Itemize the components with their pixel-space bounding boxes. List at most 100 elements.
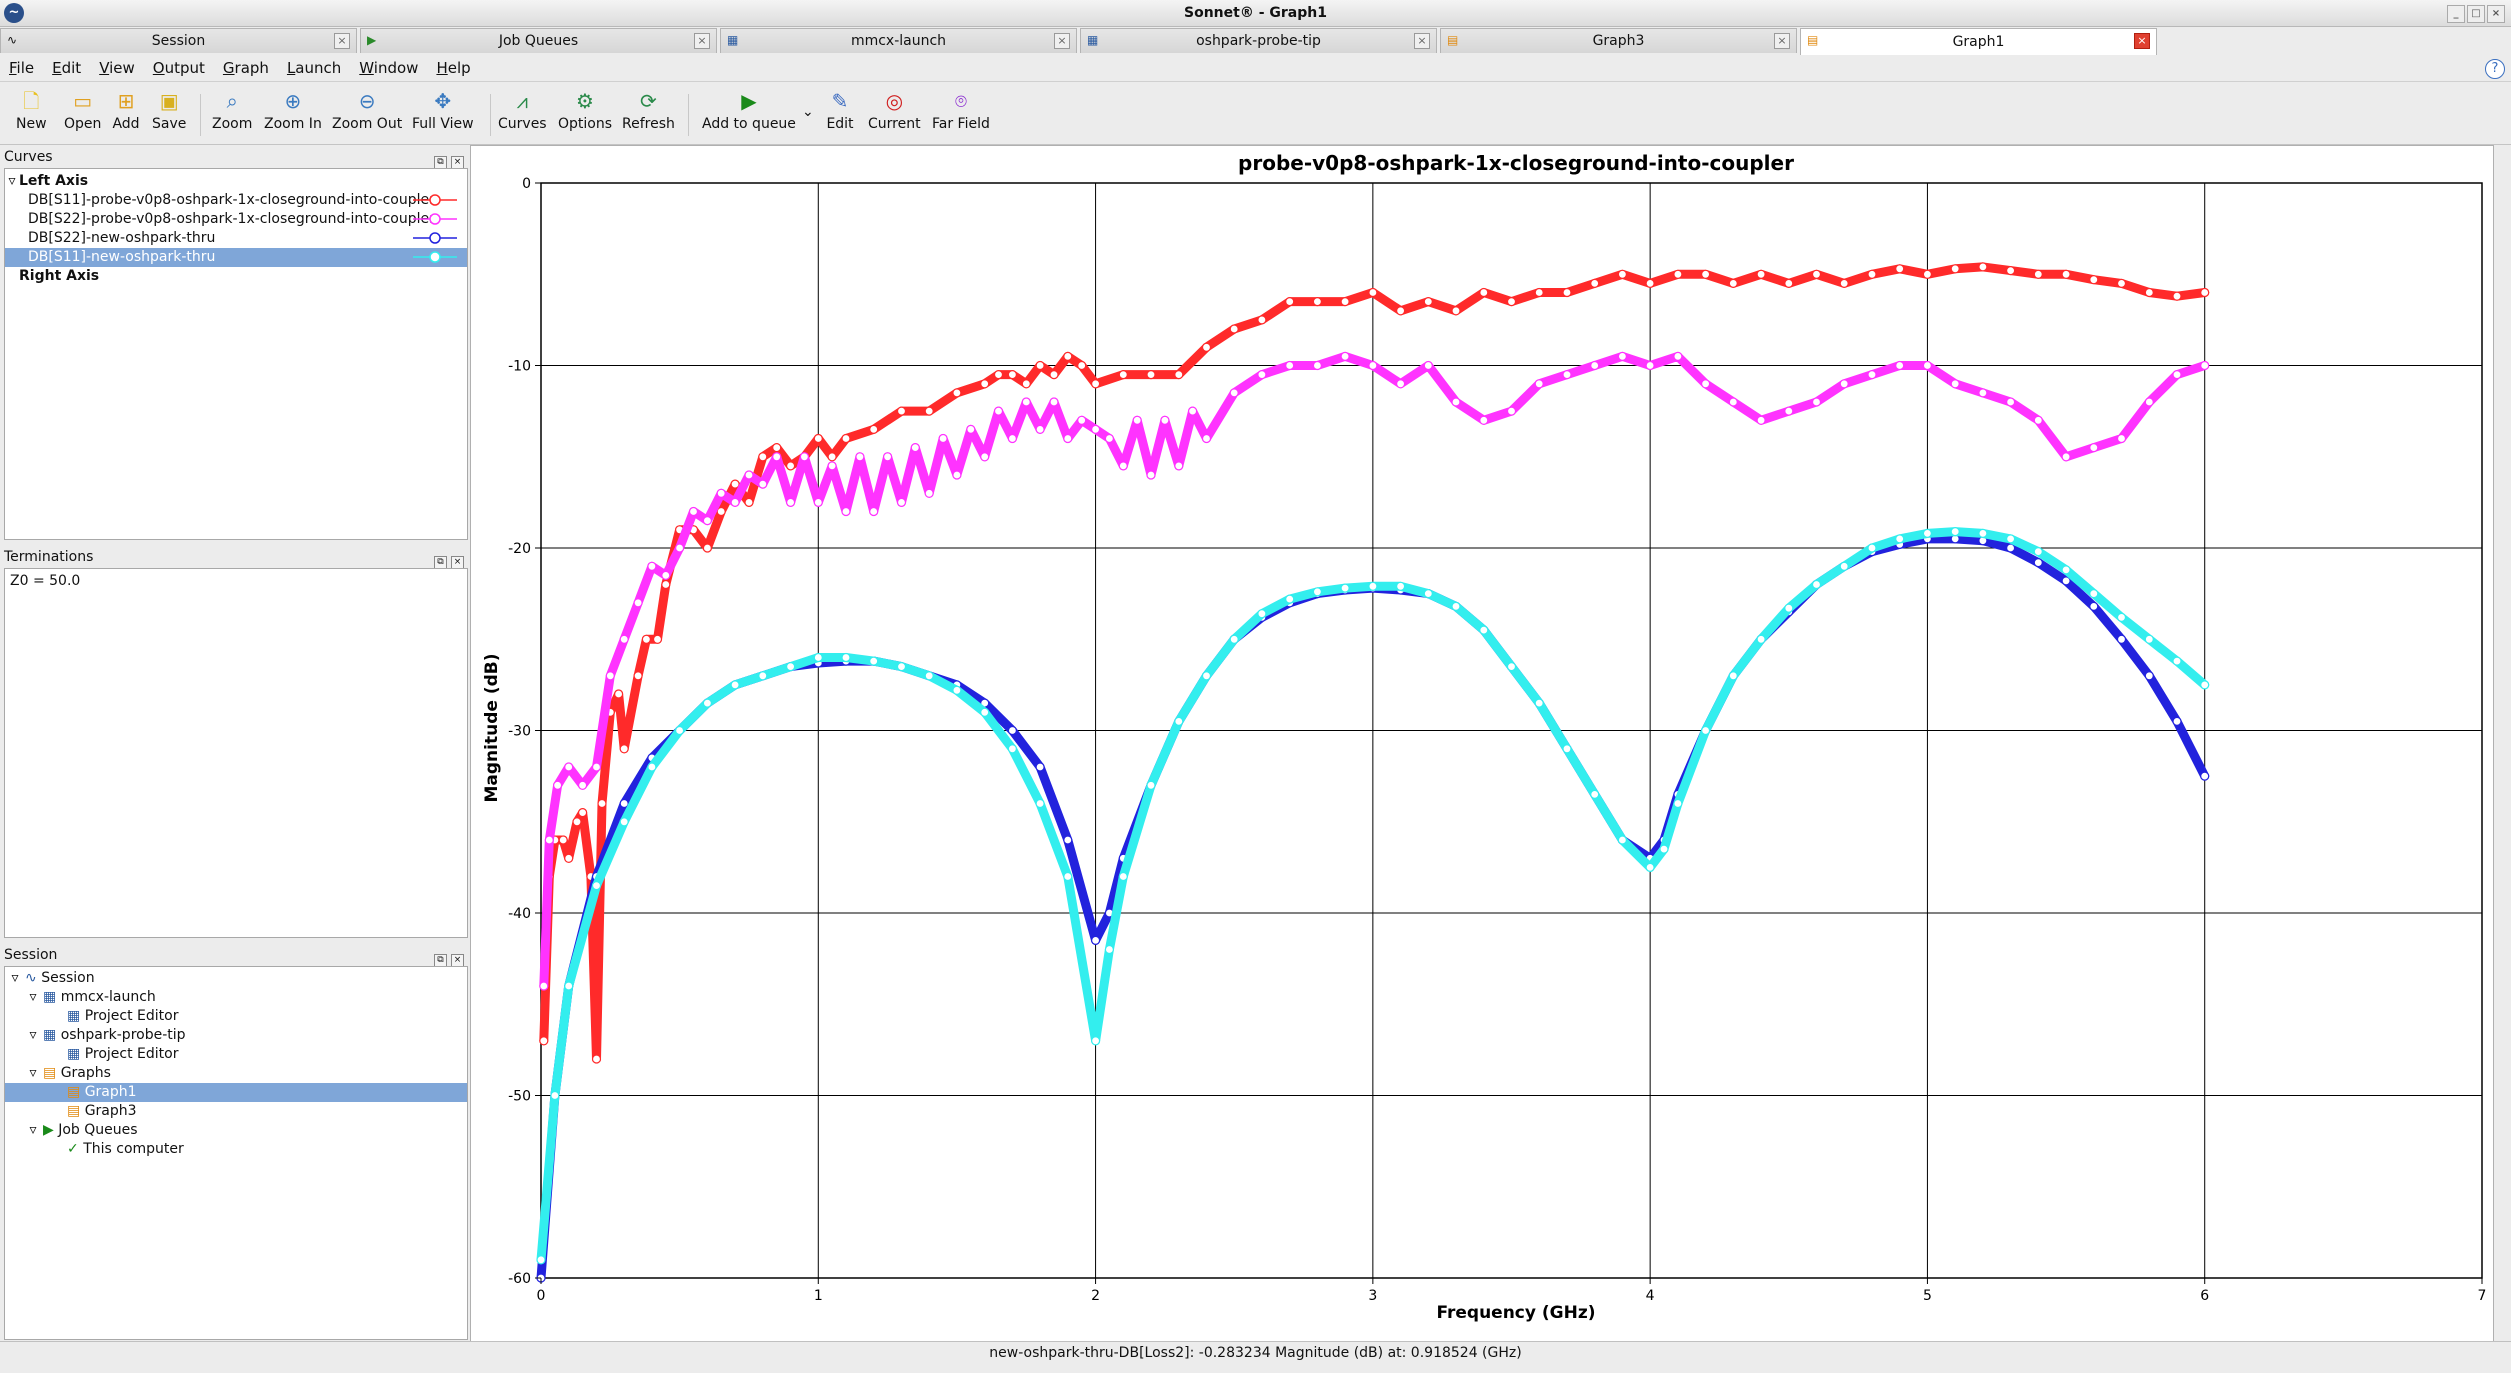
close-window-icon[interactable]: × — [2487, 5, 2505, 23]
expand-triangle-icon[interactable]: ▿ — [23, 1064, 43, 1083]
data-point — [1922, 269, 1933, 279]
close-icon[interactable]: × — [2134, 33, 2150, 49]
menu-output[interactable]: Output — [144, 59, 214, 77]
tree-node-project-editor[interactable]: ▦ Project Editor — [5, 1045, 467, 1064]
tree-node-job-queues[interactable]: ▿ ▶ Job Queues — [5, 1121, 467, 1140]
left-axis-node[interactable]: ▿ Left Axis — [5, 172, 467, 191]
data-point — [1187, 406, 1198, 416]
data-point — [1368, 360, 1378, 371]
terminations-panel-header: Terminations ⧉ × — [4, 547, 466, 569]
data-point — [1201, 671, 1212, 681]
data-point — [2005, 543, 2016, 553]
maximize-icon[interactable]: □ — [2467, 5, 2485, 23]
data-point — [980, 379, 990, 389]
tree-node-graph1[interactable]: ▤ Graph1 — [5, 1083, 467, 1102]
data-point — [1950, 379, 1960, 389]
current-button[interactable]: ◎ Current — [868, 88, 921, 132]
data-point — [772, 443, 782, 453]
data-point — [2033, 269, 2043, 279]
data-point — [1423, 360, 1433, 371]
menu-graph[interactable]: Graph — [214, 59, 278, 77]
y-tick-label: -60 — [508, 1271, 531, 1287]
close-icon[interactable]: × — [334, 33, 350, 49]
tree-node-project[interactable]: ▿ ▦ oshpark-probe-tip — [5, 1026, 467, 1045]
tab-session[interactable]: ∿ Session × — [0, 28, 357, 53]
close-icon[interactable]: × — [1774, 33, 1790, 49]
right-axis-node[interactable]: Right Axis — [5, 267, 467, 286]
options-button[interactable]: ⚙ Options — [558, 88, 612, 132]
curve-item-selected[interactable]: DB[S11]-new-oshpark-thru — [5, 248, 467, 267]
data-point — [558, 835, 568, 845]
tab-oshpark-probe-tip[interactable]: ▦ oshpark-probe-tip × — [1080, 28, 1437, 53]
y-tick-label: -20 — [508, 541, 531, 557]
data-point — [536, 1255, 546, 1265]
data-point — [1395, 306, 1406, 316]
tab-job-queues[interactable]: ▶ Job Queues × — [360, 28, 717, 53]
menu-help[interactable]: Help — [427, 59, 479, 77]
close-icon[interactable]: × — [694, 33, 710, 49]
expand-triangle-icon[interactable]: ▿ — [5, 969, 25, 988]
edit-button[interactable]: ✎ Edit — [826, 88, 854, 132]
data-point — [924, 406, 934, 416]
add-folder-icon: ⊞ — [117, 89, 135, 113]
data-point — [1451, 306, 1461, 316]
zoom-in-icon: ⊕ — [284, 89, 302, 113]
menu-view[interactable]: View — [90, 59, 144, 77]
tree-node-session[interactable]: ▿ ∿ Session — [5, 969, 467, 988]
full-view-button[interactable]: ✥ Full View — [412, 88, 474, 132]
curve-item[interactable]: DB[S22]-new-oshpark-thru — [5, 229, 467, 248]
open-button[interactable]: ▭ Open — [64, 88, 101, 132]
minimize-icon[interactable]: _ — [2447, 5, 2465, 23]
new-button[interactable]: 🗋 New — [16, 88, 47, 132]
expand-triangle-icon[interactable]: ▿ — [23, 988, 43, 1007]
tree-node-graphs[interactable]: ▿ ▤ Graphs — [5, 1064, 467, 1083]
menu-launch[interactable]: Launch — [278, 59, 350, 77]
add-to-queue-button[interactable]: ▶ Add to queue — [702, 88, 796, 132]
graph-panel[interactable]: 0 1 2 3 4 5 6 7 0 -10 -20 -30 -40 -50 -60 probe-v0p8-o… — [470, 145, 2494, 1342]
data-point — [1090, 1036, 1101, 1046]
close-icon[interactable]: × — [1414, 33, 1430, 49]
data-point — [1590, 360, 1600, 371]
data-point — [1700, 269, 1711, 279]
data-point — [1895, 264, 1905, 274]
zoom-out-button[interactable]: ⊖ Zoom Out — [332, 88, 402, 132]
tab-graph1[interactable]: ▤ Graph1 × — [1800, 28, 2157, 55]
menu-file[interactable]: File — [0, 59, 43, 77]
curves-button[interactable]: ⩘ Curves — [498, 88, 547, 132]
help-icon[interactable]: ? — [2485, 59, 2505, 79]
tree-node-this-computer[interactable]: ✓ This computer — [5, 1140, 467, 1159]
expand-triangle-icon[interactable]: ▿ — [23, 1121, 43, 1140]
zoom-in-button[interactable]: ⊕ Zoom In — [264, 88, 322, 132]
data-point — [1077, 415, 1087, 425]
close-icon[interactable]: × — [1054, 33, 1070, 49]
tree-node-graph3[interactable]: ▤ Graph3 — [5, 1102, 467, 1121]
refresh-button[interactable]: ⟳ Refresh — [622, 88, 675, 132]
toolbar-separator — [688, 94, 689, 136]
options-gear-icon: ⚙ — [576, 89, 594, 113]
curve-item[interactable]: DB[S11]-probe-v0p8-oshpark-1x-closegroun… — [5, 191, 467, 210]
magnitude-plot[interactable]: 0 1 2 3 4 5 6 7 0 -10 -20 -30 -40 -50 -60 probe-v0p8-o… — [471, 146, 2493, 1341]
tree-node-project-editor[interactable]: ▦ Project Editor — [5, 1007, 467, 1026]
save-button[interactable]: ▣ Save — [152, 88, 186, 132]
tree-node-project[interactable]: ▿ ▦ mmcx-launch — [5, 988, 467, 1007]
data-point — [841, 433, 851, 444]
menu-window[interactable]: Window — [350, 59, 427, 77]
data-point — [1562, 370, 1572, 380]
add-button[interactable]: ⊞ Add — [112, 88, 140, 132]
data-point — [827, 452, 837, 462]
data-point — [1146, 370, 1156, 380]
curve-item[interactable]: DB[S22]-probe-v0p8-oshpark-1x-closegroun… — [5, 210, 467, 229]
expand-triangle-icon[interactable]: ▿ — [23, 1026, 43, 1045]
far-field-button[interactable]: ⌾ Far Field — [932, 88, 990, 132]
data-point — [813, 652, 823, 663]
project-icon: ▦ — [43, 1027, 57, 1043]
data-point — [1229, 634, 1239, 644]
data-point — [652, 634, 663, 644]
queue-dropdown-icon[interactable]: ⌄ — [802, 104, 814, 120]
tab-graph3[interactable]: ▤ Graph3 × — [1440, 28, 1797, 53]
menu-edit[interactable]: Edit — [43, 59, 90, 77]
zoom-button[interactable]: ⌕ Zoom — [212, 88, 252, 132]
data-point — [2061, 269, 2071, 279]
collapse-triangle-icon[interactable]: ▿ — [5, 172, 19, 191]
tab-mmcx-launch[interactable]: ▦ mmcx-launch × — [720, 28, 1077, 53]
